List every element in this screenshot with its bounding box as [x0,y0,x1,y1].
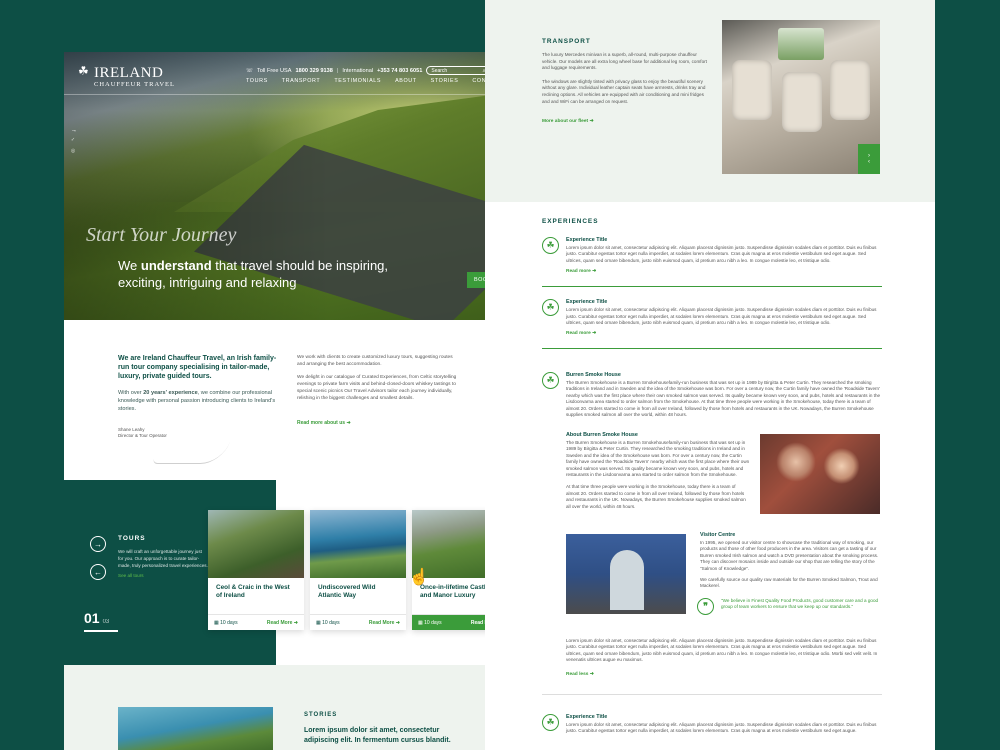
nav-stories[interactable]: STORIES [431,78,459,84]
fleet-link[interactable]: More about our fleet ➜ [542,119,707,124]
experience-item: ☘ Experience Title Lorem ipsum dolor sit… [542,237,882,288]
signature-block: Shane Leahy Director & Tour Operator [118,427,278,439]
nav-transport[interactable]: TRANSPORT [282,78,321,84]
experiences-heading: EXPERIENCES [542,218,599,225]
read-more-link[interactable]: Read More ➜ [369,620,400,626]
tour-card-title: Undiscovered Wild Atlantic Way [318,584,376,599]
prev-arrow-button[interactable]: ← [90,564,106,580]
transport-heading: TRANSPORT [542,38,591,45]
van-interior-image: › ‹ [722,20,880,174]
tollfree-label: Toll Free USA [257,67,292,74]
intro-paragraph: With over 20 years' experience, we combi… [118,390,276,412]
arrow-circle-icon: ➜ [589,119,594,125]
tour-card-image [208,510,304,578]
signature-image [151,442,231,464]
intro-heading: We are Ireland Chauffeur Travel, an Iris… [118,355,277,380]
search-placeholder: Search [431,67,448,74]
stories-section: STORIES Lorem ipsum dolor sit amet, cons… [304,712,454,746]
transport-p1: The luxury Mercedes minivan is a superb,… [542,52,707,71]
quote-icon: ❞ [697,598,714,615]
shamrock-icon: ☘ [78,64,89,78]
tour-duration: ▦ 10 days [418,619,442,626]
tour-card[interactable]: Ceol & Craic in the West of Ireland ▦ 10… [208,510,304,630]
tour-card[interactable]: Undiscovered Wild Atlantic Way ▦ 10 days… [310,510,406,630]
hero-script: Start Your Journey [86,224,237,246]
tours-pager: 01 03 [84,610,118,632]
stories-text: Lorem ipsum dolor sit amet, consectetur … [304,727,451,744]
smokehouse-photo [566,534,686,614]
visitor-centre: Visitor Centre In 1995, we opened our vi… [700,532,879,589]
inner-page-mockup: TRANSPORT The luxury Mercedes minivan is… [485,0,935,750]
arrow-left-icon: ← [94,567,102,577]
gallery-nav[interactable]: › ‹ [858,144,880,174]
main-nav: TOURS TRANSPORT TESTIMONIALS ABOUT STORI… [246,78,502,84]
contact-topbar: ☏ Toll Free USA 1800 329 9138 | Internat… [246,66,491,75]
chevron-left-icon[interactable]: ‹ [868,159,870,165]
owners-photo [760,434,880,514]
intl-label: International [342,67,374,74]
phone-icon: ☏ [246,67,253,74]
shamrock-icon: ☘ [542,372,559,389]
homepage-mockup: ☘ IRELAND CHAUFFEUR TRAVEL ☏ Toll Free US… [64,52,508,750]
stories-heading: STORIES [304,712,338,718]
read-more-link[interactable]: Read More ➜ [267,620,298,626]
experience-item: ☘ Experience Title Lorem ipsum dolor sit… [542,714,882,735]
tour-duration: ▦ 10 days [214,619,238,626]
tour-card-image [310,510,406,578]
intro-right-p1: We work with clients to create customize… [297,355,453,367]
intro-section: We are Ireland Chauffeur Travel, an Iris… [64,320,508,480]
calendar-icon: ▦ [316,619,321,626]
experience-item: ☘ Experience Title Lorem ipsum dolor sit… [542,299,882,350]
social-icons[interactable]: f ✓ ◎ [70,130,76,156]
tours-text: We will craft an unforgettable journey j… [118,549,208,568]
next-arrow-button[interactable]: → [90,536,106,552]
signature-title: Director & Tour Operator [118,433,167,438]
stories-image [118,707,273,750]
transport-section: TRANSPORT The luxury Mercedes minivan is… [485,0,935,202]
intro-right-p2: We delight in our catalogue of Curated E… [297,375,457,401]
tours-heading: TOURS [118,535,146,542]
tollfree-number[interactable]: 1800 329 9138 [296,68,333,74]
calendar-icon: ▦ [214,619,219,626]
tour-duration: ▦ 10 days [316,619,340,626]
arrow-right-icon: → [94,539,102,549]
read-less-link[interactable]: Read less ➜ [566,672,882,677]
experiences-section: EXPERIENCES ☘ Experience Title Lorem ips… [542,218,882,350]
read-more-link[interactable]: Read more ➜ [566,269,882,274]
calendar-icon: ▦ [418,619,423,626]
see-all-tours-link[interactable]: See all tours [118,573,208,578]
logo-subtitle: CHAUFFEUR TRAVEL [94,81,175,88]
site-logo[interactable]: ☘ IRELAND CHAUFFEUR TRAVEL [78,64,175,88]
intl-number[interactable]: +353 74 803 6051 [377,68,422,74]
nav-divider [64,94,508,95]
nav-about[interactable]: ABOUT [395,78,417,84]
read-more-link[interactable]: Read more ➜ [566,331,882,336]
shamrock-icon: ☘ [542,299,559,317]
tours-section: → ← TOURS We will craft an unforgettable… [64,480,508,665]
tour-card-title: Ceol & Craic in the West of Ireland [216,584,290,599]
arrow-circle-icon: ➜ [346,420,351,426]
nav-tours[interactable]: TOURS [246,78,268,84]
transport-p2: The windows are slightly tinted with pri… [542,78,706,104]
hero-heading: We understand that travel should be insp… [118,258,389,290]
burren-experience: ☘ Burren Smoke House The Burren Smokehou… [542,368,882,430]
search-input[interactable]: Search ⌕ [426,66,491,75]
arrow-circle-icon: ➜ [589,671,594,677]
nav-testimonials[interactable]: TESTIMONIALS [334,78,381,84]
hand-cursor-icon: ☝ [409,569,429,586]
logo-name: IRELAND [94,65,164,81]
shamrock-icon: ☘ [542,714,559,731]
shamrock-icon: ☘ [542,237,559,254]
read-more-about-link[interactable]: Read more about us ➜ [297,420,457,426]
testimonial-quote: ❞ "We believe in Finest Quality Food Pro… [697,598,883,615]
experience-tail: Lorem ipsum dolor sit amet, consectetur … [566,636,882,677]
about-burren: About Burren Smoke House The Burren Smok… [566,432,750,509]
